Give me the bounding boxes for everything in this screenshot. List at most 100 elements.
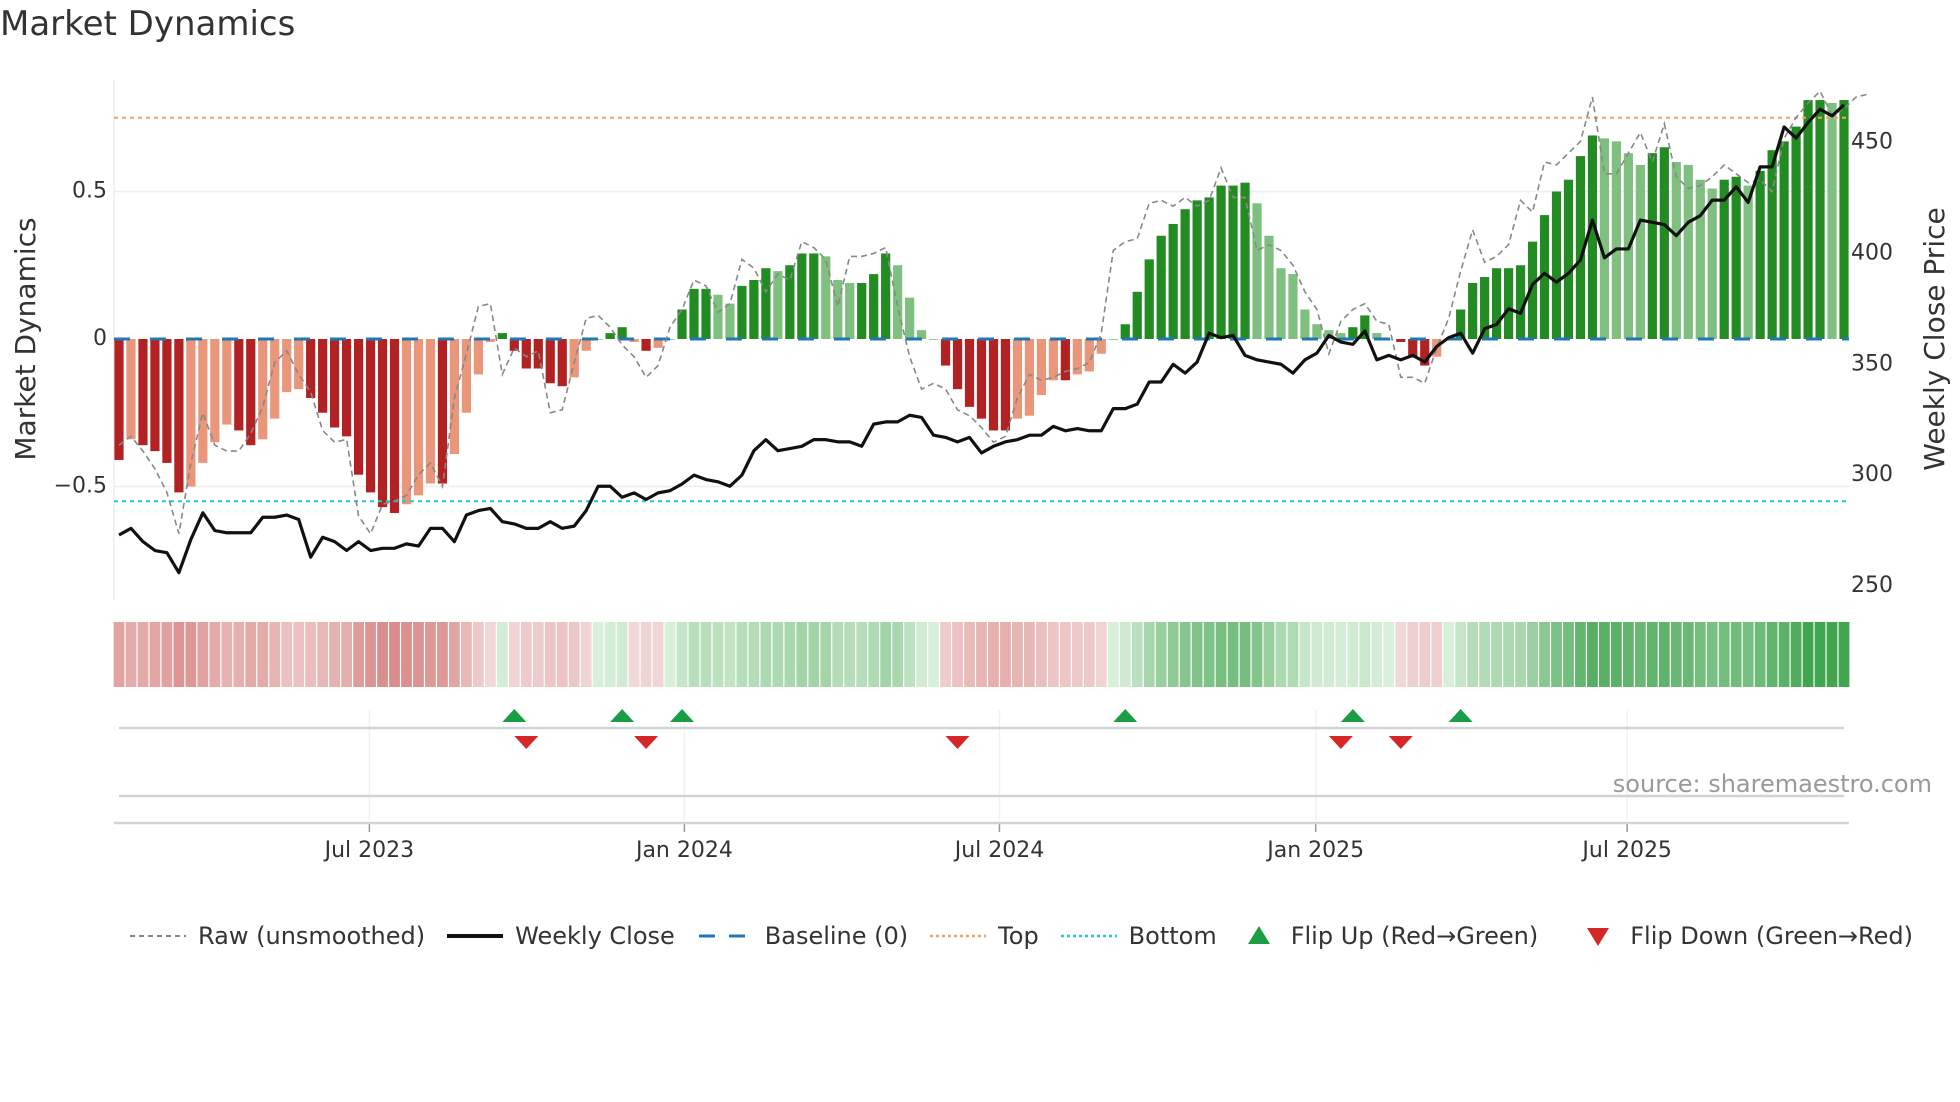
bar <box>1180 209 1190 339</box>
strip-cell <box>1551 622 1562 687</box>
bar <box>222 339 232 425</box>
strip-cell <box>604 622 616 687</box>
strip-cell <box>269 622 281 687</box>
y-right-tick-label: 250 <box>1851 573 1893 598</box>
strip-cell <box>580 622 592 687</box>
strip-cell <box>628 622 640 687</box>
bar <box>1216 185 1226 339</box>
bar <box>1048 339 1058 381</box>
strip-cell <box>1059 622 1071 687</box>
legend-swatch-raw <box>130 935 186 937</box>
bar <box>1036 339 1046 396</box>
legend-item-flip-down: Flip Down (Green→Red) <box>1578 922 1913 950</box>
bar <box>569 339 579 378</box>
strip-cell <box>532 622 544 687</box>
x-tick-label: Jul 2025 <box>1580 838 1672 863</box>
bar <box>749 280 759 339</box>
strip-cell <box>1802 622 1814 687</box>
bar <box>641 339 651 351</box>
bar <box>497 333 507 339</box>
strip-cell <box>413 622 424 687</box>
strip-cell <box>1359 622 1371 687</box>
bar <box>845 282 855 339</box>
strip-cell <box>868 622 880 687</box>
strip-cell <box>1119 622 1131 687</box>
strip-cell <box>748 622 760 687</box>
bar <box>258 339 268 440</box>
strip-cell <box>1287 622 1299 687</box>
strip-cell <box>425 622 436 687</box>
strip-cell <box>640 622 652 687</box>
bar <box>1468 282 1478 339</box>
bar <box>857 282 867 339</box>
strip-cell <box>976 622 987 687</box>
strip-cell <box>1587 622 1598 687</box>
heat-strip <box>113 622 1850 687</box>
strip-cell <box>1335 622 1347 687</box>
bar <box>545 339 555 384</box>
x-tick-label: Jan 2024 <box>634 838 733 863</box>
bar <box>1719 179 1729 339</box>
legend-item-baseline: Baseline (0) <box>697 922 908 950</box>
bar <box>725 303 735 339</box>
legend-label: Bottom <box>1128 922 1217 950</box>
strip-cell <box>1179 622 1191 687</box>
strip-cell <box>1718 622 1730 687</box>
legend-swatch-baseline <box>698 934 753 938</box>
strip-cell <box>1203 622 1215 687</box>
triangle-up-icon <box>1247 926 1270 944</box>
strip-cell <box>1515 622 1526 687</box>
bar <box>1024 339 1035 416</box>
strip-cell <box>185 622 197 687</box>
strip-cell <box>856 622 868 687</box>
strip-cell <box>904 622 916 687</box>
strip-cell <box>1527 622 1538 687</box>
strip-cell <box>1371 622 1383 687</box>
flip-down-marker <box>514 736 539 749</box>
strip-cell <box>1563 622 1574 687</box>
strip-cell <box>544 622 556 687</box>
bar <box>473 339 483 375</box>
bar <box>1683 164 1693 339</box>
strip-cell <box>161 622 173 687</box>
bar <box>1827 103 1837 339</box>
legend: Raw (unsmoothed) Weekly Close Baseline (… <box>130 922 1935 950</box>
flip-up-marker <box>1113 709 1138 722</box>
bar <box>893 265 903 339</box>
strip-cell <box>724 622 736 687</box>
bar <box>1587 135 1598 339</box>
bar <box>1120 324 1130 339</box>
strip-cell <box>1491 622 1502 687</box>
bar <box>869 274 879 339</box>
bar <box>1192 200 1202 339</box>
bar <box>557 339 567 387</box>
bar <box>1803 100 1813 339</box>
strip-cell <box>1455 622 1467 687</box>
bar <box>1492 268 1502 339</box>
bar <box>940 339 951 366</box>
bar <box>1144 259 1154 339</box>
strip-cell <box>988 622 999 687</box>
strip-cell <box>712 622 724 687</box>
bar <box>773 271 783 339</box>
bar <box>1012 339 1023 419</box>
strip-cell <box>401 622 412 687</box>
bar <box>521 339 531 369</box>
strip-cell <box>1575 622 1586 687</box>
bar <box>330 339 340 428</box>
y-right-tick-label: 350 <box>1851 351 1893 376</box>
bar <box>761 268 771 339</box>
strip-cell <box>1347 622 1359 687</box>
bar <box>1240 182 1250 339</box>
strip-cell <box>1479 622 1491 687</box>
strip-cell <box>1191 622 1203 687</box>
bar <box>1599 138 1610 339</box>
bar <box>1647 153 1657 339</box>
bar <box>437 339 448 484</box>
strip-cell <box>484 622 496 687</box>
strip-cell <box>1658 622 1670 687</box>
legend-swatch-top <box>930 934 987 938</box>
bar <box>797 253 807 339</box>
bar <box>1767 150 1777 339</box>
bar <box>1815 100 1825 339</box>
